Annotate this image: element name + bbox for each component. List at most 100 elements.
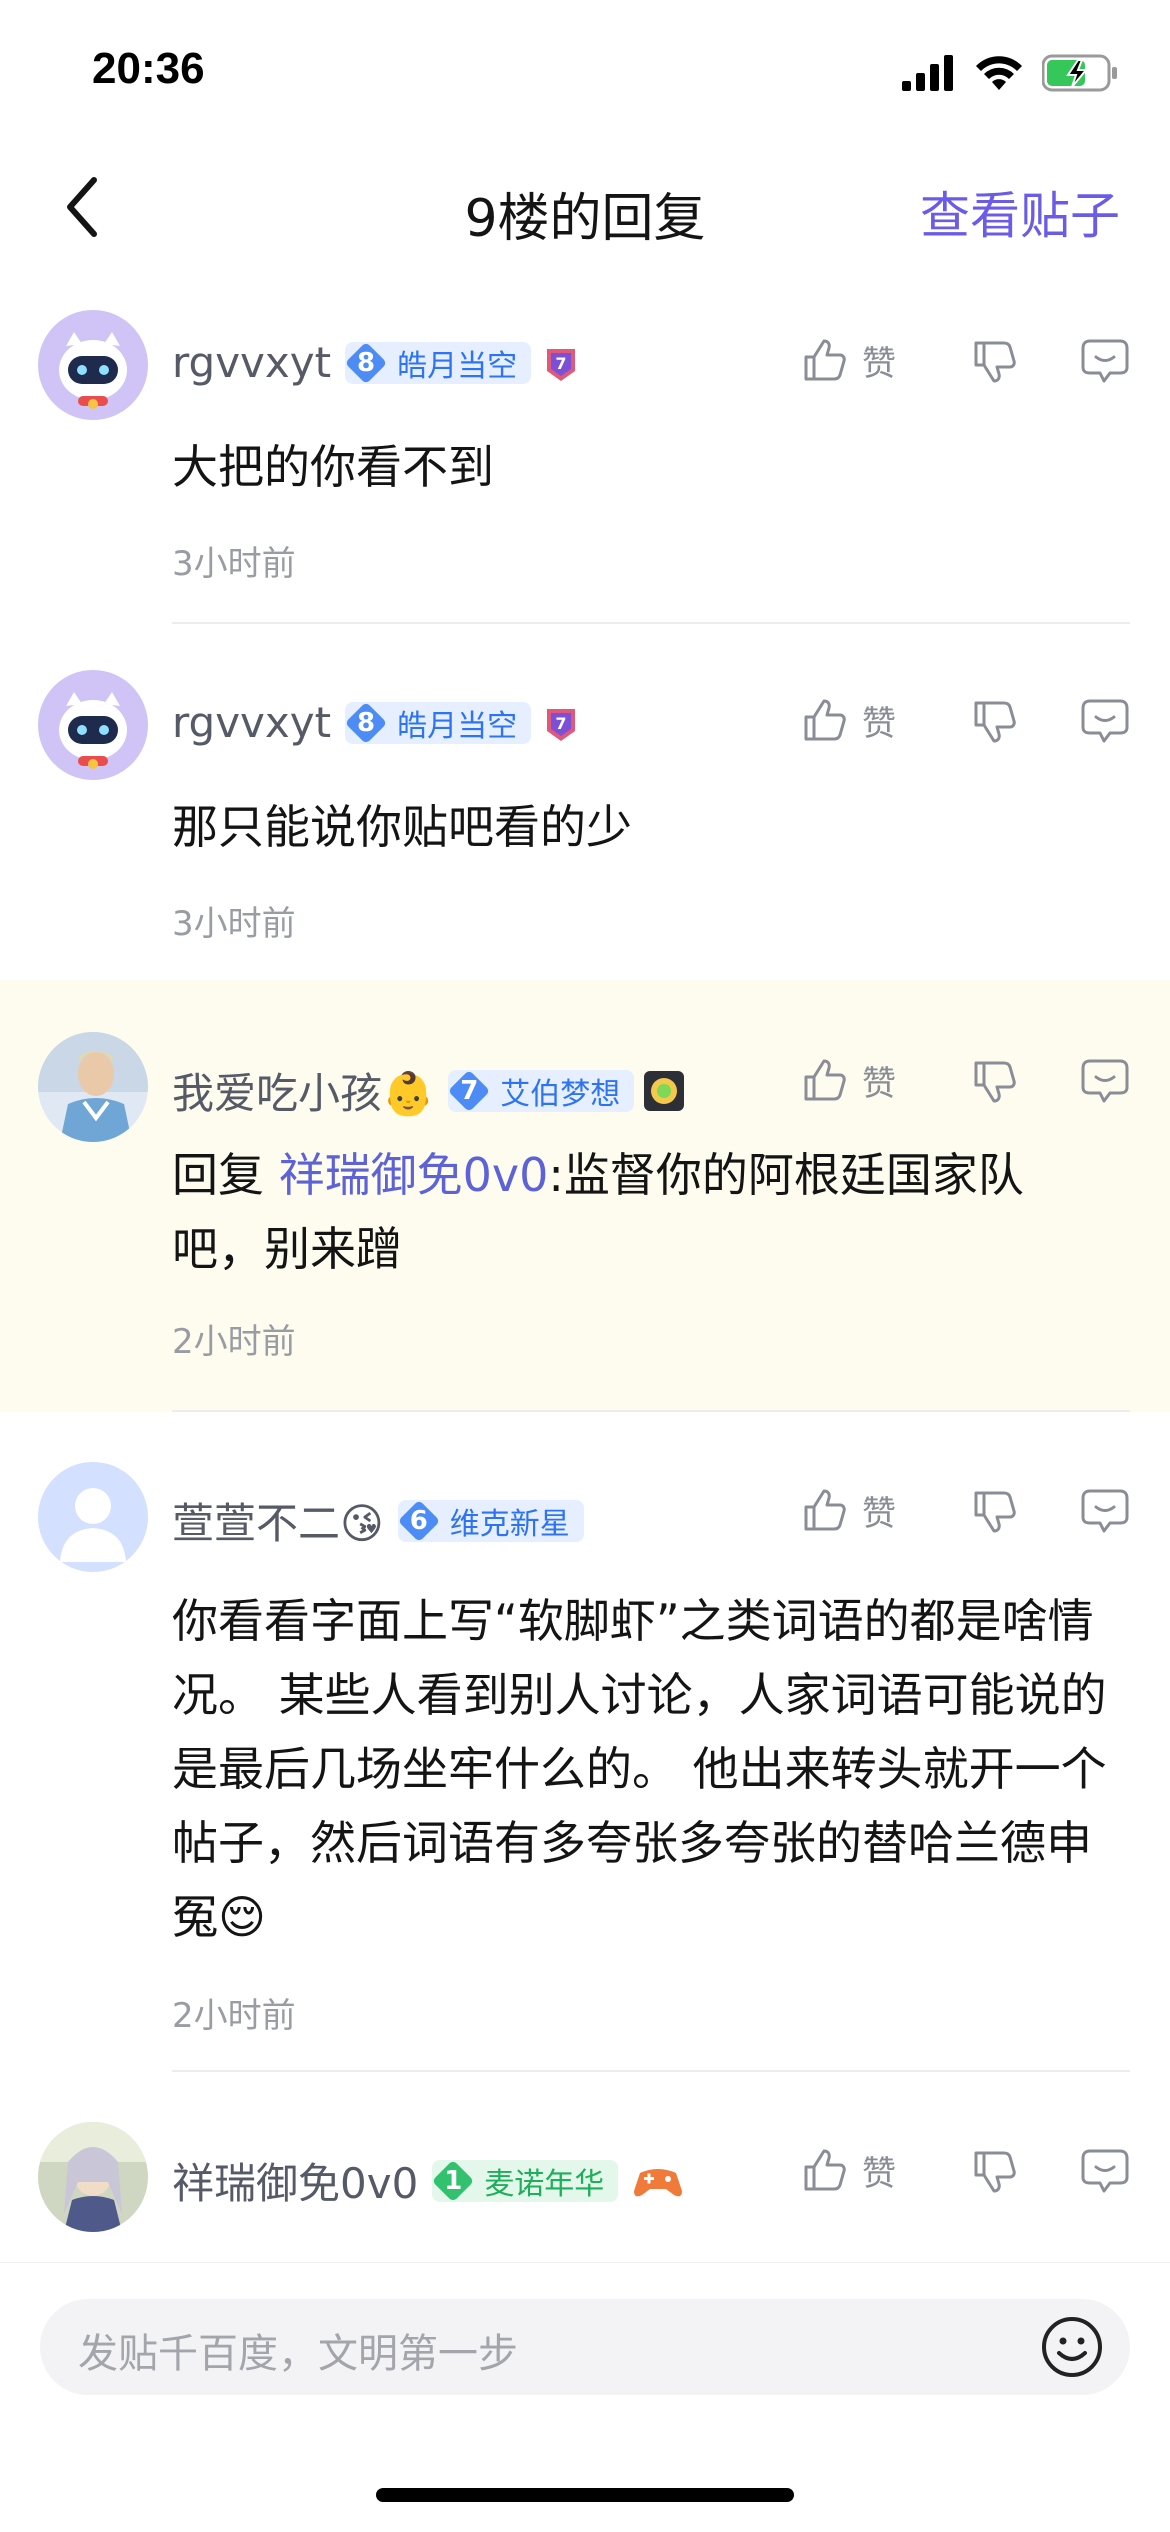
reply-input[interactable]: 发贴千百度，文明第一步 — [40, 2299, 1130, 2395]
like-icon — [804, 1059, 846, 1100]
wifi-icon — [976, 56, 1022, 90]
dislike-button[interactable] — [970, 697, 1070, 745]
reply-actions: 赞 — [800, 1056, 1130, 1105]
level-title: 皓月当空 — [397, 348, 518, 384]
level-icon: 8 — [345, 342, 387, 384]
dislike-button[interactable] — [970, 337, 1070, 385]
like-label: 赞 — [862, 704, 896, 744]
avatar[interactable] — [38, 670, 148, 780]
like-label: 赞 — [862, 1064, 896, 1104]
level-badge: 7 艾伯梦想 — [448, 1069, 635, 1112]
dislike-icon — [974, 341, 1016, 382]
like-label: 赞 — [862, 1494, 896, 1534]
comment-button[interactable] — [1070, 2147, 1130, 2195]
level-number: 6 — [409, 1505, 428, 1536]
medal-icon — [644, 1070, 685, 1111]
username[interactable]: 祥瑞御免0v0 — [172, 2150, 418, 2211]
battery-icon — [1042, 54, 1117, 92]
username[interactable]: rgvvxyt — [172, 338, 331, 387]
like-button[interactable]: 赞 — [800, 336, 970, 385]
level-badge: 6 维克新星 — [397, 1499, 584, 1542]
medal-icon: 7 — [547, 348, 576, 381]
reply-item: 萱萱不二😘 6 维克新星 赞 你看看字面上写“软脚虾”之类词语的都是啥情况。 某… — [0, 1412, 1170, 2072]
dislike-icon — [974, 2151, 1016, 2192]
like-icon — [804, 2149, 846, 2190]
dislike-icon — [974, 1491, 1016, 1532]
level-number: 8 — [357, 347, 376, 378]
reply-actions: 赞 — [800, 336, 1130, 385]
reply-time: 3小时前 — [172, 544, 296, 584]
level-icon: 1 — [432, 2160, 474, 2202]
reply-item: rgvvxyt 8 皓月当空 7 赞 大把的你看不到 3小时前 — [0, 290, 1170, 630]
username[interactable]: 我爱吃小孩👶 — [172, 1060, 434, 1121]
level-title: 皓月当空 — [397, 708, 518, 744]
level-title: 艾伯梦想 — [500, 1076, 621, 1112]
comment-icon — [1081, 699, 1129, 742]
username[interactable]: rgvvxyt — [172, 698, 331, 747]
comment-button[interactable] — [1070, 337, 1130, 385]
level-number: 1 — [444, 2165, 463, 2196]
like-label: 赞 — [862, 2154, 896, 2194]
reply-time: 2小时前 — [172, 1322, 296, 1362]
reply-actions: 赞 — [800, 2146, 1130, 2195]
dislike-icon — [974, 1061, 1016, 1102]
level-badge: 8 皓月当空 — [345, 341, 532, 384]
comment-button[interactable] — [1070, 1057, 1130, 1105]
dislike-button[interactable] — [970, 2147, 1070, 2195]
avatar[interactable] — [38, 1032, 148, 1142]
comment-button[interactable] — [1070, 1487, 1130, 1535]
status-time: 20:36 — [92, 44, 205, 93]
user-row: rgvvxyt 8 皓月当空 7 — [172, 698, 583, 747]
reply-content: 你看看字面上写“软脚虾”之类词语的都是啥情况。 某些人看到别人讨论，人家词语可能… — [172, 1594, 1107, 1944]
reply-item-highlighted: 我爱吃小孩👶 7 艾伯梦想 赞 回复 祥瑞御免0v0:监督你的阿根廷国家队吧，别… — [0, 980, 1170, 1412]
like-button[interactable]: 赞 — [800, 2146, 970, 2195]
comment-icon — [1081, 339, 1129, 382]
comment-button[interactable] — [1070, 697, 1130, 745]
avatar[interactable] — [38, 2122, 148, 2232]
dislike-button[interactable] — [970, 1057, 1070, 1105]
reply-actions: 赞 — [800, 696, 1130, 745]
like-icon — [804, 699, 846, 740]
reply-time: 3小时前 — [172, 904, 296, 944]
svg-text:7: 7 — [556, 354, 567, 373]
nav-bar: 9楼的回复 查看贴子 — [0, 150, 1170, 270]
comment-icon — [1081, 2149, 1129, 2192]
reply-content: 回复 祥瑞御免0v0:监督你的阿根廷国家队吧，别来蹭 — [172, 1138, 1114, 1286]
dislike-icon — [974, 701, 1016, 742]
dislike-button[interactable] — [970, 1487, 1070, 1535]
like-icon — [804, 339, 846, 380]
view-post-button[interactable]: 查看贴子 — [920, 176, 1120, 248]
signal-icon — [902, 55, 953, 91]
like-button[interactable]: 赞 — [800, 1486, 970, 1535]
reply-time: 2小时前 — [172, 1996, 296, 2036]
avatar[interactable] — [38, 1462, 148, 1572]
like-label: 赞 — [862, 344, 896, 384]
medal-icon: 7 — [547, 708, 576, 741]
level-icon: 8 — [345, 702, 387, 744]
like-button[interactable]: 赞 — [800, 696, 970, 745]
reply-item: 祥瑞御免0v0 1 麦诺年华 赞 — [0, 2072, 1170, 2262]
comment-icon — [1081, 1489, 1129, 1532]
user-row: rgvvxyt 8 皓月当空 7 — [172, 338, 583, 387]
level-icon: 6 — [398, 1500, 440, 1542]
status-icons — [902, 54, 1118, 92]
reply-prefix: 回复 — [172, 1148, 279, 1202]
like-button[interactable]: 赞 — [800, 1056, 970, 1105]
status-bar: 20:36 — [0, 0, 1170, 140]
divider — [172, 622, 1130, 624]
level-title: 维克新星 — [449, 1506, 570, 1542]
user-row: 我爱吃小孩👶 7 艾伯梦想 — [172, 1060, 686, 1121]
user-row: 祥瑞御免0v0 1 麦诺年华 — [172, 2150, 684, 2211]
gamepad-icon — [634, 2168, 683, 2196]
like-icon — [804, 1489, 846, 1530]
emoji-icon[interactable] — [1038, 2313, 1106, 2381]
level-badge: 1 麦诺年华 — [432, 2159, 619, 2202]
level-icon: 7 — [448, 1070, 490, 1112]
reply-content: 那只能说你贴吧看的少 — [172, 800, 632, 854]
mention-link[interactable]: 祥瑞御免0v0 — [279, 1148, 549, 1202]
level-number: 8 — [357, 707, 376, 738]
avatar[interactable] — [38, 310, 148, 420]
level-title: 麦诺年华 — [484, 2166, 605, 2202]
username[interactable]: 萱萱不二😘 — [172, 1490, 384, 1551]
level-number: 7 — [460, 1075, 479, 1106]
